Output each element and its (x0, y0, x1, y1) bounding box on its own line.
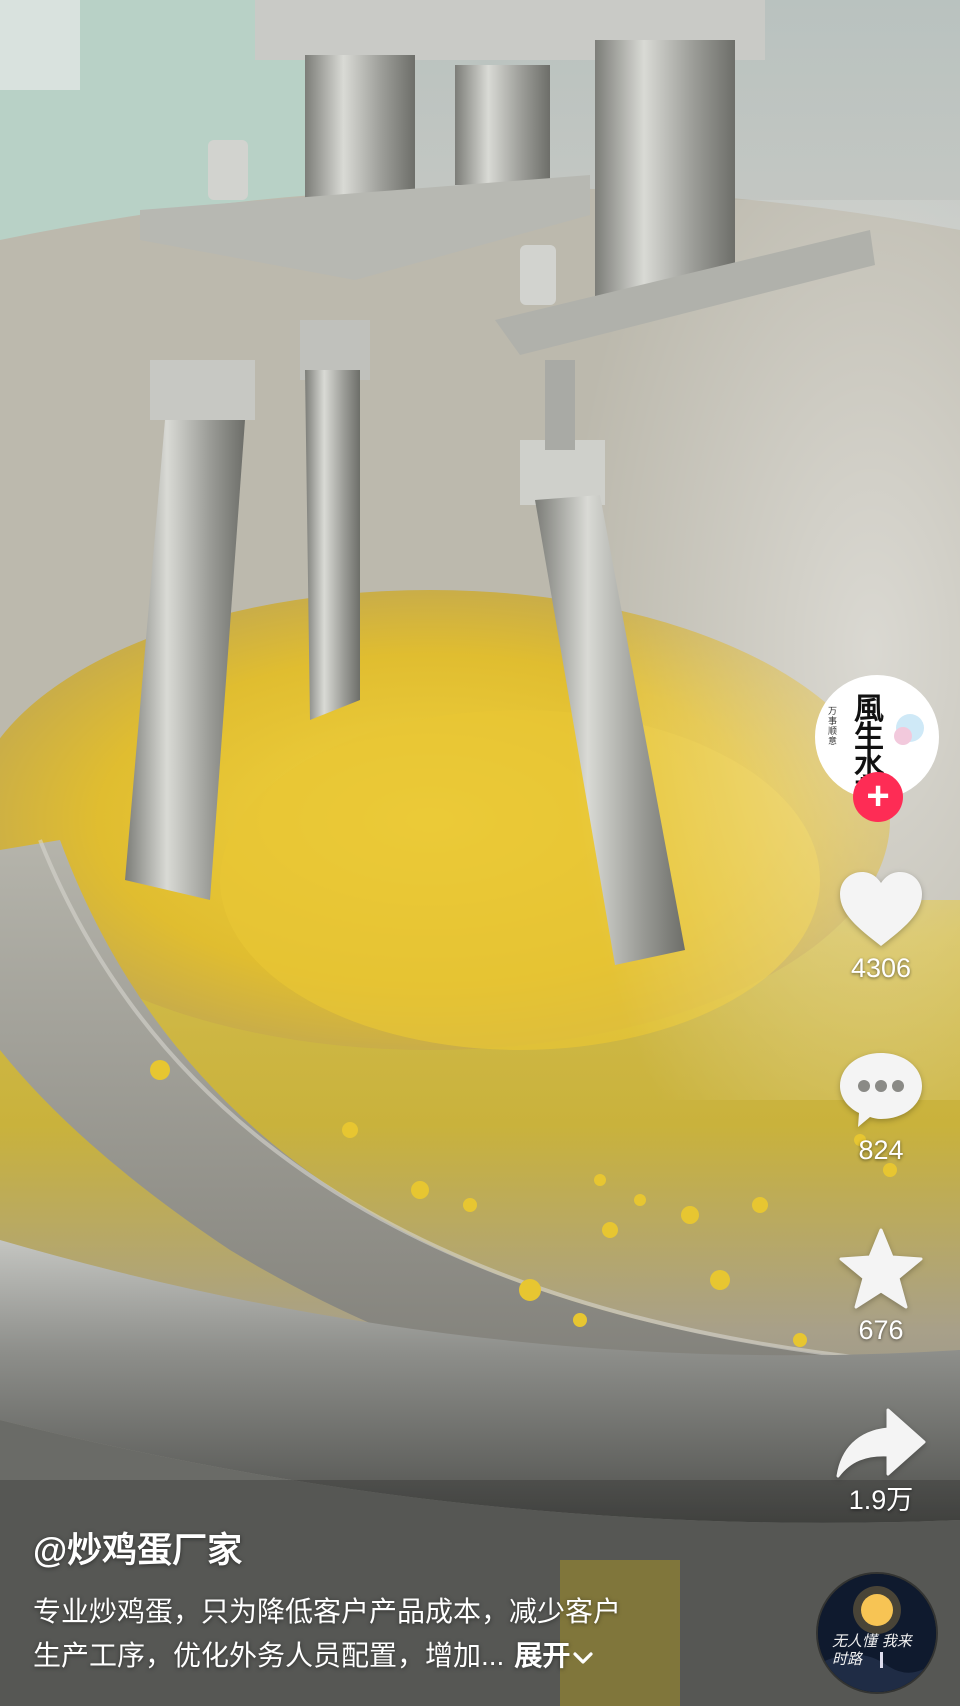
avatar-side-text: 万事顺意 (828, 706, 838, 746)
video-caption: 专业炒鸡蛋，只为降低客户产品成本，减少客户 生产工序，优化外务人员配置，增加..… (33, 1590, 733, 1678)
caption-line-1: 专业炒鸡蛋，只为降低客户产品成本，减少客户 (33, 1596, 622, 1627)
follow-button[interactable]: + (853, 772, 903, 822)
comment-bubble-icon (826, 1050, 936, 1130)
author-handle[interactable]: @炒鸡蛋厂家 (33, 1522, 242, 1573)
comment-count: 824 (858, 1135, 904, 1165)
expand-label: 展开 (514, 1640, 571, 1671)
music-disc-text: 无人懂 我来时路 (832, 1632, 912, 1668)
video-player[interactable]: 風生水起 万事顺意 + 4306 824 (0, 0, 960, 1706)
share-button[interactable]: 1.9万 (826, 1408, 936, 1516)
caption-line-2: 生产工序，优化外务人员配置，增加... 展开 (33, 1634, 733, 1678)
heart-icon (826, 870, 936, 948)
caption-line-2-text: 生产工序，优化外务人员配置，增加... (33, 1640, 505, 1671)
video-scene (0, 0, 960, 1706)
like-button[interactable]: 4306 (826, 870, 936, 984)
share-count: 1.9万 (848, 1485, 914, 1515)
favorite-button[interactable]: 676 (826, 1228, 936, 1346)
like-count: 4306 (850, 953, 912, 983)
favorite-count: 676 (858, 1315, 904, 1345)
comment-button[interactable]: 824 (826, 1050, 936, 1166)
expand-caption-button[interactable]: 展开 (514, 1640, 594, 1671)
chevron-down-icon (573, 1652, 593, 1664)
share-arrow-icon (826, 1408, 936, 1480)
plus-icon: + (866, 774, 890, 818)
video-frame[interactable] (0, 0, 960, 1706)
star-icon (826, 1228, 936, 1310)
music-disc[interactable]: 无人懂 我来时路 (818, 1574, 936, 1692)
